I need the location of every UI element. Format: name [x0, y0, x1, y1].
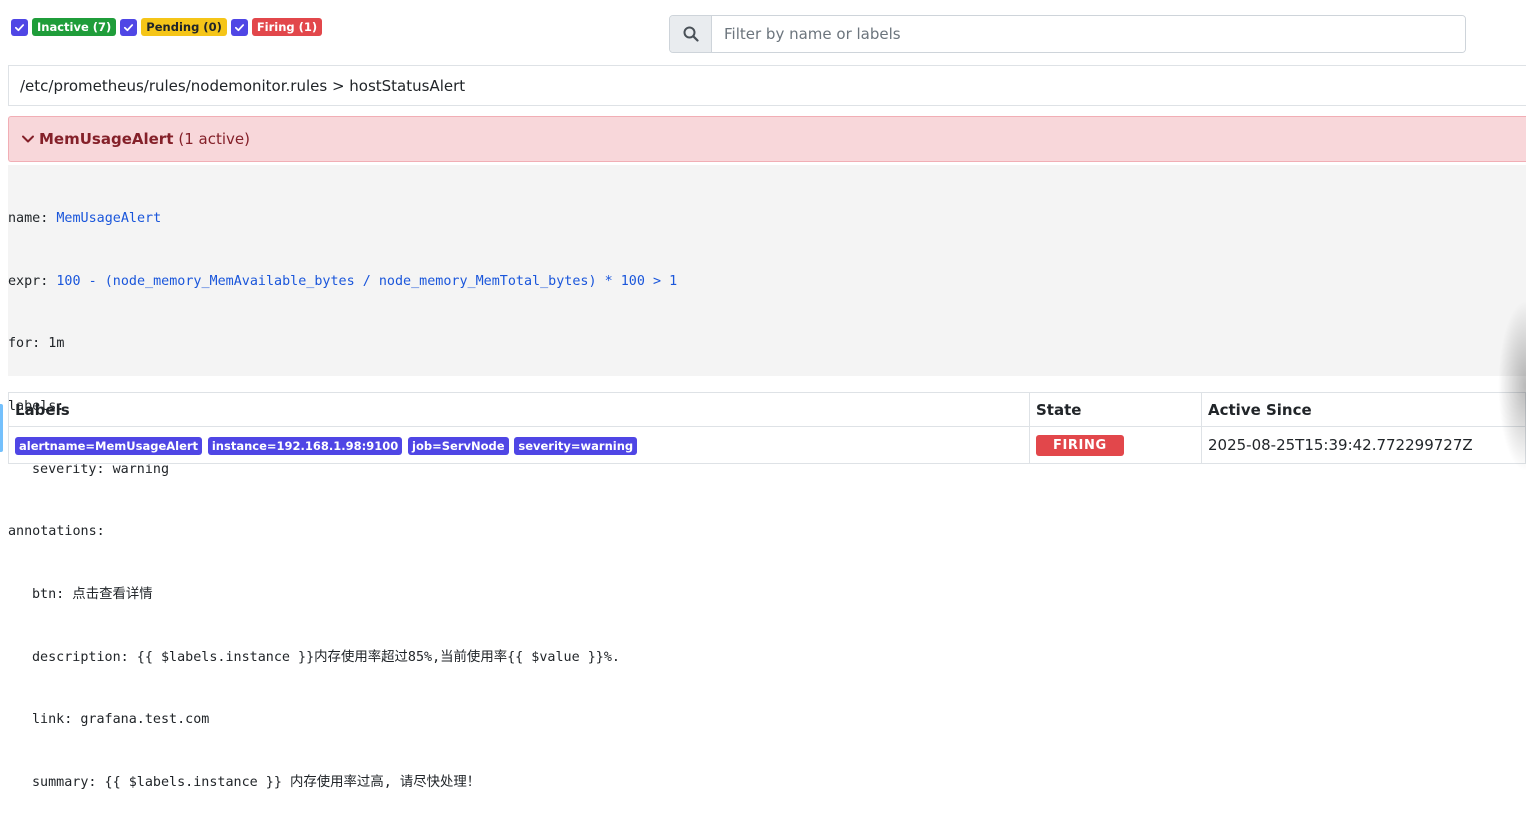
alert-header[interactable]: MemUsageAlert (1 active) [8, 116, 1526, 162]
label-badge-instance: instance=192.168.1.98:9100 [207, 436, 403, 455]
rule-group-path: /etc/prometheus/rules/nodemonitor.rules … [8, 65, 1526, 106]
rule-annotations-key: annotations: [8, 524, 105, 540]
rule-expr-line: expr: 100 - (node_memory_MemAvailable_by… [8, 272, 1526, 293]
annotation-description-line: description: {{ $labels.instance }}内存使用率… [32, 649, 620, 665]
annotation-summary-line: summary: {{ $labels.instance }} 内存使用率过高,… [32, 775, 481, 791]
alert-name: MemUsageAlert [39, 130, 174, 148]
state-badge: FIRING [1036, 434, 1124, 456]
pending-badge: Pending (0) [141, 18, 227, 36]
firing-badge: Firing (1) [251, 18, 323, 36]
annotation-link-line: link: grafana.test.com [32, 712, 210, 728]
rule-name-line: name: MemUsageAlert [8, 209, 1526, 230]
check-icon [124, 23, 134, 31]
label-badge-job: job=ServNode [408, 436, 509, 455]
check-icon [14, 23, 25, 31]
firing-checkbox[interactable] [230, 18, 248, 36]
rule-definition: name: MemUsageAlert expr: 100 - (node_me… [8, 165, 1526, 790]
rule-expr-key: expr: [8, 273, 49, 289]
search-icon [683, 26, 699, 42]
table-row: alertname=MemUsageAlert instance=192.168… [8, 426, 1526, 464]
pending-checkbox[interactable] [120, 18, 138, 36]
table-header-row: Labels State Active Since [8, 392, 1526, 427]
row-state-cell: FIRING [1029, 426, 1202, 464]
rule-name-value[interactable]: MemUsageAlert [56, 211, 161, 226]
annotation-btn-line: btn: 点击查看详情 [32, 587, 153, 603]
chevron-down-icon [21, 132, 35, 146]
row-active-since-cell: 2025-08-25T15:39:42.772299727Z [1201, 426, 1526, 464]
header-active-since: Active Since [1201, 392, 1526, 427]
rule-name-key: name: [8, 210, 49, 226]
header-state: State [1029, 392, 1202, 427]
row-labels-cell: alertname=MemUsageAlert instance=192.168… [8, 426, 1030, 464]
inactive-checkbox[interactable] [11, 18, 28, 36]
check-icon [234, 23, 244, 31]
active-alerts-table: Labels State Active Since alertname=MemU… [8, 392, 1526, 464]
alert-active-count: (1 active) [178, 130, 250, 148]
search-input[interactable] [712, 16, 1465, 52]
state-filters: Inactive (7) Pending (0) Firing (1) [11, 18, 323, 36]
label-badge-severity: severity=warning [514, 436, 638, 455]
search-box [669, 15, 1466, 53]
side-panel-handle[interactable] [0, 404, 3, 452]
label-badge-alertname: alertname=MemUsageAlert [15, 436, 203, 455]
header-labels: Labels [8, 392, 1030, 427]
rule-for-line: for: 1m [8, 336, 65, 352]
rule-expr-value[interactable]: 100 - (node_memory_MemAvailable_bytes / … [56, 274, 677, 289]
inactive-badge: Inactive (7) [32, 18, 117, 36]
search-button[interactable] [670, 16, 712, 52]
